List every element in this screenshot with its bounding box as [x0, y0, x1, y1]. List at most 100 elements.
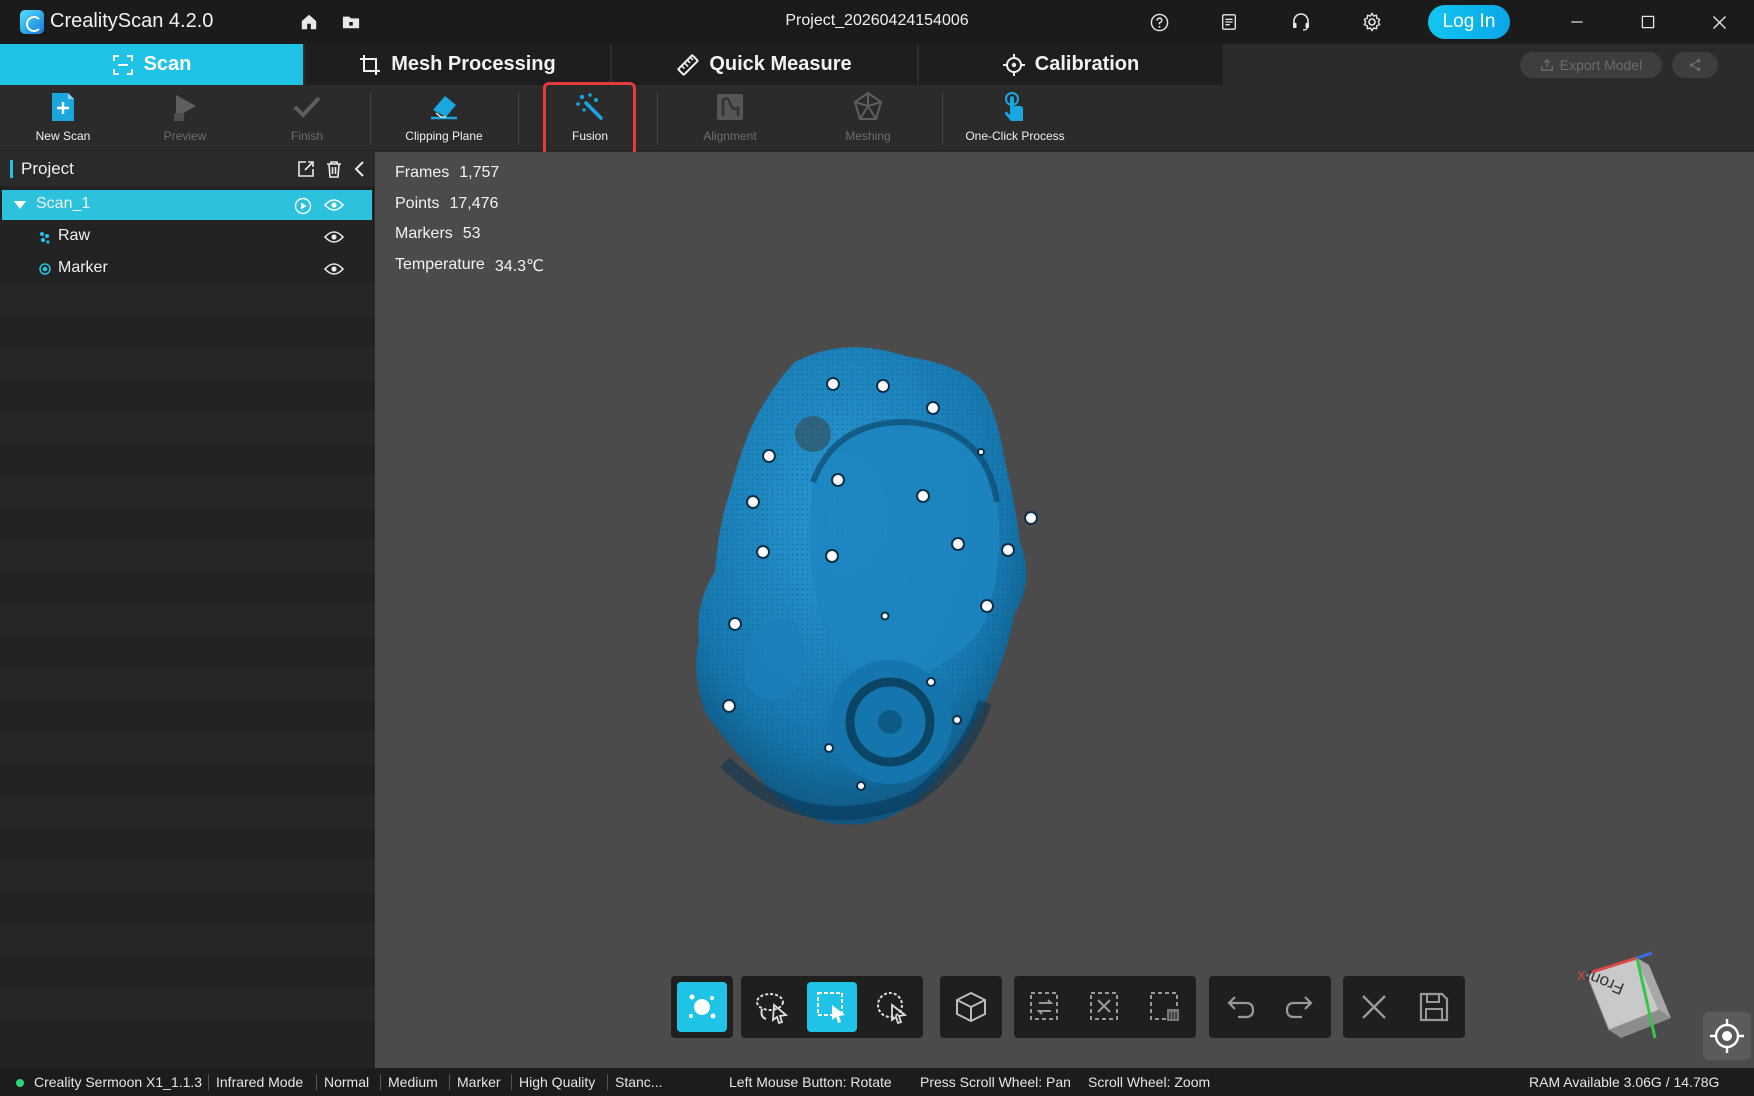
- ruler-icon: [677, 54, 699, 75]
- eye-icon[interactable]: [324, 230, 344, 244]
- one-click-process-button[interactable]: One-Click Process: [960, 91, 1070, 147]
- rect-select-button[interactable]: [807, 982, 857, 1032]
- navigation-cube[interactable]: Front X: [1537, 920, 1687, 1070]
- app-title: CrealityScan 4.2.0: [50, 10, 214, 32]
- main-tab-bar: Scan Mesh Processing Quick Measure Calib…: [0, 44, 1754, 85]
- toolbar-divider: [942, 93, 943, 145]
- trash-icon[interactable]: [325, 160, 343, 178]
- panel-stripe: [0, 348, 374, 380]
- scan-frame-icon: [112, 54, 133, 75]
- ram-available: RAM Available 3.06G / 14.78G: [1529, 1074, 1720, 1090]
- marker-target-icon: [39, 263, 51, 275]
- tab-mesh-processing[interactable]: Mesh Processing: [305, 44, 611, 85]
- headset-icon[interactable]: [1291, 12, 1311, 32]
- preview-button[interactable]: Preview: [130, 91, 240, 147]
- view-mode-group: [671, 976, 733, 1038]
- tool-label: Preview: [163, 129, 207, 143]
- close-icon: [1362, 995, 1386, 1019]
- import-icon[interactable]: [297, 160, 315, 178]
- close-icon[interactable]: [1709, 12, 1729, 32]
- clipping-plane-button[interactable]: Clipping Plane: [389, 91, 499, 147]
- eye-icon[interactable]: [324, 198, 344, 212]
- maximize-icon[interactable]: [1638, 12, 1658, 32]
- redo-button[interactable]: [1275, 982, 1325, 1032]
- new-scan-button[interactable]: New Scan: [8, 91, 118, 147]
- meshing-button[interactable]: Meshing: [813, 91, 923, 147]
- cube-icon: [956, 991, 986, 1023]
- lasso-select-button[interactable]: [747, 982, 797, 1032]
- status-divider: [316, 1074, 317, 1090]
- invert-selection-button[interactable]: [1020, 982, 1070, 1032]
- tap-icon: [1005, 92, 1023, 121]
- selection-group: [741, 976, 923, 1038]
- panel-stripe: [0, 412, 374, 444]
- accent-bar: [10, 160, 13, 178]
- view-box-button[interactable]: [946, 982, 996, 1032]
- tab-label: Quick Measure: [709, 53, 852, 75]
- status-mode: Normal: [324, 1074, 370, 1090]
- alignment-button[interactable]: Alignment: [675, 91, 785, 147]
- stat-temperature: Temperature 34.3℃: [395, 256, 544, 287]
- open-folder-icon[interactable]: [341, 12, 361, 32]
- help-icon[interactable]: [1149, 12, 1169, 32]
- scan-stats: Frames 1,757 Points 17,476 Markers 53 Tempe…: [395, 164, 544, 286]
- share-icon: [1689, 58, 1701, 72]
- panel-stripe: [0, 924, 374, 956]
- tool-label: Finish: [290, 129, 323, 143]
- tree-item-marker[interactable]: Marker: [2, 254, 372, 284]
- tab-quick-measure[interactable]: Quick Measure: [612, 44, 918, 85]
- clear-selection-button[interactable]: [1080, 982, 1130, 1032]
- tool-label: New Scan: [35, 129, 91, 143]
- save-button[interactable]: [1409, 982, 1459, 1032]
- stat-markers: Markers 53: [395, 225, 544, 256]
- eye-icon[interactable]: [324, 262, 344, 276]
- tree-item-scan-1[interactable]: Scan_1: [2, 190, 372, 220]
- raw-points-icon: [40, 232, 50, 244]
- play-circle-icon[interactable]: [294, 197, 312, 215]
- project-panel-header: Project: [0, 152, 374, 186]
- login-button[interactable]: Log In: [1428, 5, 1510, 39]
- scan-model[interactable]: [685, 342, 1125, 862]
- share-button[interactable]: [1672, 52, 1718, 78]
- tab-label: Scan: [143, 53, 192, 75]
- stat-value: 53: [462, 225, 481, 242]
- fusion-highlight: [543, 82, 636, 157]
- expand-caret-icon[interactable]: [14, 201, 26, 209]
- new-scan-icon: [52, 93, 74, 121]
- app-logo: [20, 10, 44, 34]
- export-label: Export Model: [1559, 57, 1643, 73]
- finish-button[interactable]: Finish: [252, 91, 362, 147]
- undo-button[interactable]: [1215, 982, 1265, 1032]
- tree-item-label: Scan_1: [36, 195, 91, 212]
- brush-select-button[interactable]: [867, 982, 917, 1032]
- tab-label: Mesh Processing: [391, 53, 556, 75]
- delete-selection-button[interactable]: [1140, 982, 1190, 1032]
- home-icon[interactable]: [299, 12, 319, 32]
- gear-icon[interactable]: [1362, 12, 1382, 32]
- document-icon[interactable]: [1219, 12, 1239, 32]
- tree-item-raw[interactable]: Raw: [2, 222, 372, 252]
- tab-calibration[interactable]: Calibration: [919, 44, 1224, 85]
- export-model-button[interactable]: Export Model: [1520, 52, 1662, 78]
- 3d-viewport[interactable]: Frames 1,757 Points 17,476 Markers 53 Tempe…: [375, 152, 1754, 1068]
- connection-status-dot: [16, 1079, 24, 1087]
- tree-item-label: Raw: [58, 227, 91, 244]
- stat-label: Temperature: [395, 255, 485, 273]
- reset-view-button[interactable]: [1703, 1012, 1751, 1060]
- mouse-hint-zoom: Scroll Wheel: Zoom: [1088, 1074, 1211, 1090]
- undo-icon: [1227, 996, 1255, 1019]
- alignment-icon: [717, 94, 743, 120]
- project-panel-title: Project: [21, 159, 74, 178]
- export-icon: [1540, 58, 1553, 71]
- status-divider: [607, 1074, 608, 1090]
- minimize-icon[interactable]: [1567, 12, 1587, 32]
- point-view-button[interactable]: [677, 982, 727, 1032]
- tab-scan[interactable]: Scan: [0, 44, 304, 85]
- collapse-icon[interactable]: [351, 160, 369, 178]
- sparkle-icon: [689, 994, 716, 1019]
- cancel-edit-button[interactable]: [1349, 982, 1399, 1032]
- display-group: [940, 976, 1002, 1038]
- panel-stripe: [0, 540, 374, 572]
- scan-toolbar: New Scan Preview Finish Clipping Plane F…: [0, 85, 1754, 151]
- tab-label: Calibration: [1034, 53, 1140, 75]
